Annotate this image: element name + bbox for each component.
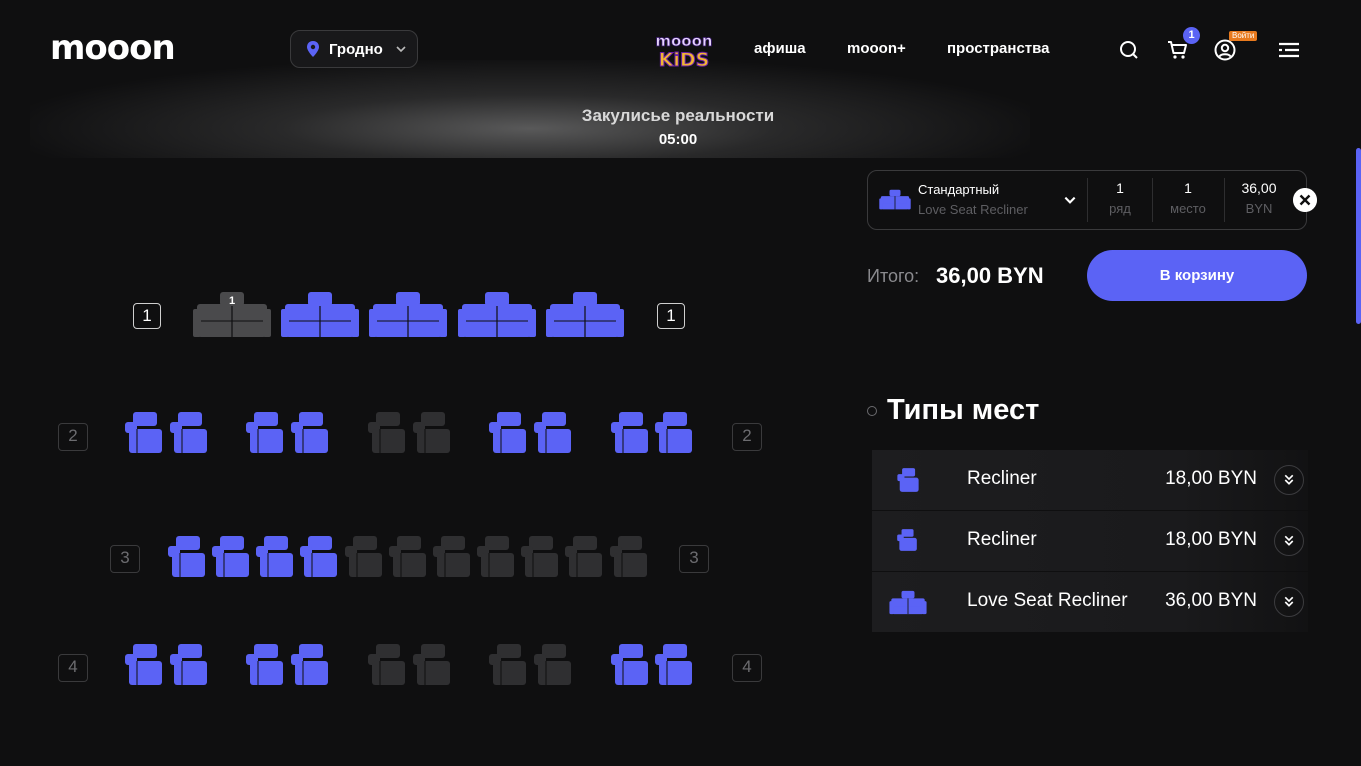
header: mooon Гродно mooon KiDS афиша mooon+ про… — [0, 0, 1361, 100]
selected-seat: 1 место — [1170, 180, 1206, 216]
svg-text:KiDS: KiDS — [659, 49, 710, 71]
add-to-cart-button[interactable]: В корзину — [1087, 250, 1307, 301]
recliner-seat-available[interactable] — [246, 643, 284, 687]
recliner-seat-available[interactable] — [168, 535, 206, 579]
location-pin-icon — [307, 41, 319, 57]
login-badge[interactable]: Войти — [1229, 31, 1258, 41]
row-label-left: 3 — [110, 545, 140, 573]
recliner-seat-taken — [477, 535, 515, 579]
row-label-right: 2 — [732, 423, 762, 451]
expand-icon[interactable] — [1274, 587, 1304, 617]
seat-type-price: 18,00 BYN — [1165, 468, 1257, 489]
menu-icon[interactable] — [1277, 38, 1301, 62]
recliner-seat-available[interactable] — [125, 643, 163, 687]
recliner-seat-taken — [413, 643, 451, 687]
recliner-seat-available[interactable] — [212, 535, 250, 579]
chevron-down-icon[interactable] — [1063, 193, 1077, 207]
love-seat-icon — [879, 189, 911, 210]
mooon-kids-logo[interactable]: mooon KiDS — [652, 26, 716, 74]
recliner-seat-available[interactable] — [256, 535, 294, 579]
recliner-seat-taken — [534, 643, 572, 687]
love-seat-icon — [889, 590, 927, 615]
cart-count-badge: 1 — [1183, 27, 1200, 44]
recliner-seat-available[interactable] — [534, 411, 572, 455]
row-label-left: 2 — [58, 423, 88, 451]
city-label: Гродно — [329, 40, 383, 58]
row-label-left: 4 — [58, 654, 88, 682]
recliner-seat-available[interactable] — [246, 411, 284, 455]
nav-mooon-plus[interactable]: mooon+ — [847, 40, 906, 57]
recliner-seat-taken — [368, 411, 406, 455]
user-icon[interactable] — [1213, 38, 1237, 62]
movie-title: Закулисье реальности — [581, 106, 775, 125]
seat-type-price: 36,00 BYN — [1165, 590, 1257, 611]
recliner-seat-available[interactable] — [170, 411, 208, 455]
love-seat-available[interactable] — [369, 291, 447, 339]
recliner-seat-available[interactable] — [125, 411, 163, 455]
seat-type-row[interactable]: Love Seat Recliner 36,00 BYN — [872, 572, 1308, 632]
recliner-seat-available[interactable] — [611, 411, 649, 455]
selected-seat-type: Стандартный — [918, 182, 1000, 197]
recliner-seat-available[interactable] — [489, 411, 527, 455]
seat-type-price: 18,00 BYN — [1165, 529, 1257, 550]
seat-number-label: 1 — [228, 295, 236, 307]
total-label: Итого: — [867, 266, 920, 286]
love-seat-available[interactable] — [458, 291, 536, 339]
expand-icon[interactable] — [1274, 465, 1304, 495]
seat-type-row[interactable]: Recliner 18,00 BYN — [872, 450, 1308, 510]
chevron-down-icon — [396, 46, 406, 53]
seat-type-row[interactable]: Recliner 18,00 BYN — [872, 511, 1308, 571]
nav-spaces[interactable]: пространства — [947, 40, 1050, 57]
divider — [1224, 178, 1225, 222]
recliner-seat-taken — [521, 535, 559, 579]
recliner-seat-available[interactable] — [300, 535, 338, 579]
recliner-seat-available[interactable] — [291, 411, 329, 455]
recliner-icon — [897, 468, 919, 492]
recliner-seat-taken — [610, 535, 648, 579]
recliner-seat-available[interactable] — [291, 643, 329, 687]
row-label-right: 4 — [732, 654, 762, 682]
svg-text:mooon: mooon — [655, 32, 712, 50]
session-time: 05:00 — [658, 131, 698, 148]
recliner-seat-taken — [368, 643, 406, 687]
recliner-seat-taken — [489, 643, 527, 687]
row-label-left: 1 — [133, 303, 161, 329]
recliner-seat-taken — [413, 411, 451, 455]
selected-row: 1 ряд — [1109, 180, 1131, 216]
divider — [1152, 178, 1153, 222]
scrollbar-thumb[interactable] — [1356, 148, 1361, 324]
nav-afisha[interactable]: афиша — [754, 40, 806, 57]
seat-type-name: Recliner — [967, 529, 1037, 550]
search-icon[interactable] — [1117, 38, 1141, 62]
love-seat-available[interactable] — [281, 291, 359, 339]
site-logo[interactable]: mooon — [50, 28, 176, 68]
selected-price: 36,00 BYN — [1241, 180, 1277, 216]
recliner-seat-taken — [565, 535, 603, 579]
seat-type-name: Love Seat Recliner — [967, 590, 1128, 611]
expand-icon[interactable] — [1274, 526, 1304, 556]
divider — [1087, 178, 1088, 222]
recliner-seat-available[interactable] — [655, 643, 693, 687]
recliner-seat-available[interactable] — [655, 411, 693, 455]
recliner-seat-taken — [389, 535, 427, 579]
section-dot — [867, 406, 877, 416]
selected-seat-subtype: Love Seat Recliner — [918, 202, 1028, 217]
recliner-seat-available[interactable] — [611, 643, 649, 687]
love-seat-taken: 1 — [193, 291, 271, 339]
remove-ticket-close-icon[interactable] — [1293, 188, 1317, 212]
row-label-right: 1 — [657, 303, 685, 329]
recliner-seat-available[interactable] — [170, 643, 208, 687]
love-seat-available[interactable] — [546, 291, 624, 339]
recliner-seat-taken — [433, 535, 471, 579]
recliner-icon — [897, 529, 917, 551]
seat-types-title: Типы мест — [887, 394, 1040, 426]
recliner-seat-taken — [345, 535, 383, 579]
total-value: 36,00 BYN — [936, 263, 1044, 288]
seat-type-name: Recliner — [967, 468, 1037, 489]
row-label-right: 3 — [679, 545, 709, 573]
city-selector[interactable]: Гродно — [290, 30, 418, 68]
